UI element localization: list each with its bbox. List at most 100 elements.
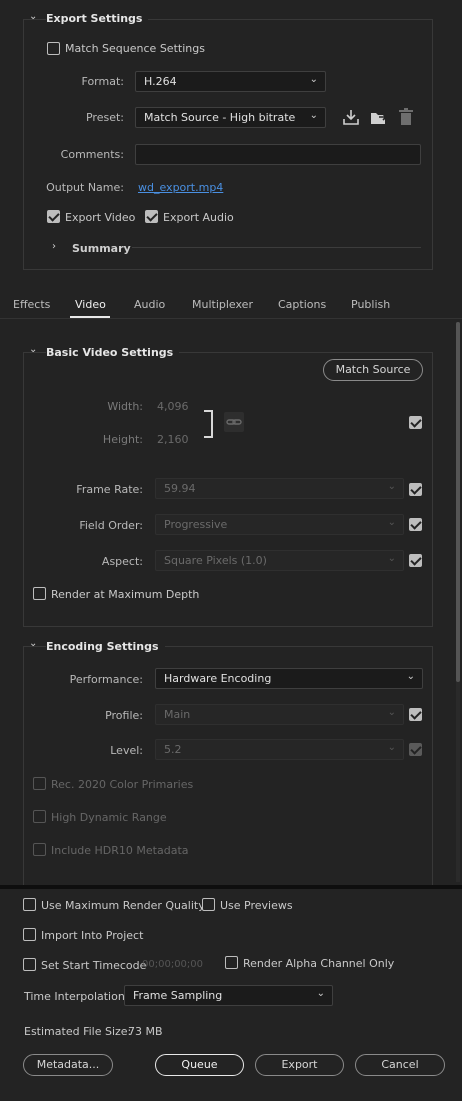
chevron-right-icon[interactable]: › <box>52 241 56 252</box>
max-render-quality-label: Use Maximum Render Quality <box>41 899 205 912</box>
chevron-down-icon: ⌄ <box>309 74 318 85</box>
export-video-checkbox[interactable] <box>47 210 60 223</box>
chevron-down-icon[interactable]: ⌄ <box>29 344 37 355</box>
hdr10-label: Include HDR10 Metadata <box>51 844 189 857</box>
dimensions-checkbox[interactable] <box>409 416 422 429</box>
time-interp-dropdown[interactable]: Frame Sampling ⌄ <box>124 985 333 1006</box>
aspect-bracket <box>204 410 213 438</box>
tab-effects[interactable]: Effects <box>13 298 50 311</box>
render-max-depth-label: Render at Maximum Depth <box>51 588 200 601</box>
timecode-value: 00;00;00;00 <box>142 959 204 970</box>
tab-video[interactable]: Video <box>75 298 106 311</box>
output-name-link[interactable]: wd_export.mp4 <box>138 181 223 194</box>
format-dropdown[interactable]: H.264 ⌄ <box>135 71 326 92</box>
aspect-label: Aspect: <box>101 555 143 568</box>
field-order-dropdown[interactable]: Progressive ⌄ <box>155 514 404 535</box>
save-preset-icon[interactable] <box>342 108 360 126</box>
scrollbar-thumb[interactable] <box>456 322 460 682</box>
max-render-quality-checkbox[interactable] <box>23 898 36 911</box>
set-start-timecode-label: Set Start Timecode <box>41 959 147 972</box>
preset-dropdown[interactable]: Match Source - High bitrate ⌄ <box>135 107 326 128</box>
output-name-label: Output Name: <box>46 181 124 194</box>
profile-checkbox[interactable] <box>409 708 422 721</box>
rec2020-label: Rec. 2020 Color Primaries <box>51 778 194 791</box>
aspect-value: Square Pixels (1.0) <box>164 554 267 567</box>
frame-rate-value: 59.94 <box>164 482 196 495</box>
chevron-down-icon: ⌄ <box>316 988 325 999</box>
height-value: 2,160 <box>157 433 189 446</box>
est-file-size-value: 73 MB <box>128 1025 163 1038</box>
preset-value: Match Source - High bitrate <box>144 111 296 124</box>
export-audio-checkbox[interactable] <box>145 210 158 223</box>
trash-icon[interactable] <box>398 108 416 126</box>
chevron-down-icon: ⌄ <box>387 742 396 753</box>
profile-label: Profile: <box>105 709 143 722</box>
import-preset-icon[interactable] <box>369 108 388 126</box>
chevron-down-icon[interactable]: ⌄ <box>29 11 37 22</box>
aspect-dropdown[interactable]: Square Pixels (1.0) ⌄ <box>155 550 404 571</box>
profile-value: Main <box>164 708 191 721</box>
level-dropdown[interactable]: 5.2 ⌄ <box>155 739 404 760</box>
match-source-button[interactable]: Match Source <box>323 359 423 381</box>
summary-divider <box>132 247 421 248</box>
format-label: Format: <box>81 75 124 88</box>
export-settings-title: Export Settings <box>46 12 149 25</box>
hdr-label: High Dynamic Range <box>51 811 167 824</box>
comments-label: Comments: <box>60 148 124 161</box>
preset-label: Preset: <box>85 111 124 124</box>
width-value: 4,096 <box>157 400 189 413</box>
tab-bar-divider <box>0 318 462 319</box>
level-checkbox[interactable] <box>409 743 422 756</box>
use-previews-checkbox[interactable] <box>202 898 215 911</box>
comments-input[interactable] <box>135 144 421 165</box>
height-label: Height: <box>102 433 143 446</box>
level-label: Level: <box>110 744 143 757</box>
field-order-label: Field Order: <box>79 519 143 532</box>
hdr-checkbox[interactable] <box>33 810 46 823</box>
tab-audio[interactable]: Audio <box>134 298 165 311</box>
level-value: 5.2 <box>164 743 182 756</box>
set-start-timecode-checkbox[interactable] <box>23 958 36 971</box>
rec2020-checkbox[interactable] <box>33 777 46 790</box>
chevron-down-icon: ⌄ <box>406 671 415 682</box>
tab-captions[interactable]: Captions <box>278 298 326 311</box>
encoding-title: Encoding Settings <box>46 640 165 653</box>
tab-multiplexer[interactable]: Multiplexer <box>192 298 253 311</box>
field-order-checkbox[interactable] <box>409 518 422 531</box>
import-project-label: Import Into Project <box>41 929 144 942</box>
format-value: H.264 <box>144 75 177 88</box>
est-file-size-label: Estimated File Size: <box>24 1025 132 1038</box>
link-icon[interactable] <box>224 412 244 432</box>
field-order-value: Progressive <box>164 518 228 531</box>
import-project-checkbox[interactable] <box>23 928 36 941</box>
chevron-down-icon: ⌄ <box>387 481 396 492</box>
render-alpha-checkbox[interactable] <box>225 956 238 969</box>
export-button[interactable]: Export <box>255 1054 344 1076</box>
performance-dropdown[interactable]: Hardware Encoding ⌄ <box>155 668 423 689</box>
frame-rate-label: Frame Rate: <box>76 483 143 496</box>
chevron-down-icon: ⌄ <box>387 707 396 718</box>
summary-label[interactable]: Summary <box>72 242 131 255</box>
chevron-down-icon: ⌄ <box>387 517 396 528</box>
profile-dropdown[interactable]: Main ⌄ <box>155 704 404 725</box>
match-sequence-checkbox[interactable] <box>47 42 60 55</box>
export-video-label: Export Video <box>65 211 136 224</box>
render-alpha-label: Render Alpha Channel Only <box>243 957 395 970</box>
aspect-checkbox[interactable] <box>409 554 422 567</box>
time-interp-label: Time Interpolation: <box>24 990 129 1003</box>
frame-rate-dropdown[interactable]: 59.94 ⌄ <box>155 478 404 499</box>
render-max-depth-checkbox[interactable] <box>33 587 46 600</box>
export-audio-label: Export Audio <box>163 211 234 224</box>
tab-publish[interactable]: Publish <box>351 298 390 311</box>
match-sequence-label: Match Sequence Settings <box>65 42 205 55</box>
performance-label: Performance: <box>69 673 143 686</box>
cancel-button[interactable]: Cancel <box>355 1054 445 1076</box>
chevron-down-icon[interactable]: ⌄ <box>29 638 37 649</box>
chevron-down-icon: ⌄ <box>387 553 396 564</box>
queue-button[interactable]: Queue <box>155 1054 244 1076</box>
time-interp-value: Frame Sampling <box>133 989 223 1002</box>
frame-rate-checkbox[interactable] <box>409 483 422 496</box>
metadata-button[interactable]: Metadata... <box>23 1054 113 1076</box>
hdr10-checkbox[interactable] <box>33 843 46 856</box>
use-previews-label: Use Previews <box>220 899 293 912</box>
